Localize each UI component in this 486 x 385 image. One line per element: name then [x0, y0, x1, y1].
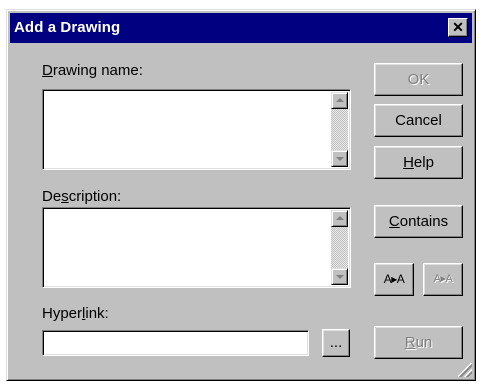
scroll-down-button[interactable]	[331, 268, 348, 285]
cancel-label: Cancel	[395, 112, 442, 129]
drawing-name-scrollbar[interactable]	[331, 92, 348, 167]
run-label: Run	[404, 334, 433, 351]
drawing-name-textarea[interactable]	[42, 89, 351, 170]
scroll-down-arrow-icon	[336, 275, 344, 279]
description-label: Description:	[42, 188, 122, 205]
larger-font-icon: A▸A	[383, 272, 405, 286]
scroll-down-button[interactable]	[331, 150, 348, 167]
scroll-down-arrow-icon	[336, 157, 344, 161]
browse-label: ...	[329, 334, 343, 351]
hyperlink-label: Hyperlink:	[42, 305, 109, 322]
scroll-up-arrow-icon	[336, 98, 344, 102]
close-button[interactable]: ✕	[448, 18, 468, 37]
cancel-button[interactable]: Cancel	[374, 104, 463, 137]
contains-button[interactable]: Contains	[374, 205, 463, 238]
close-icon: ✕	[452, 19, 464, 35]
ok-label: OK	[407, 71, 430, 88]
help-button[interactable]: Help	[374, 146, 463, 179]
description-scrollbar[interactable]	[331, 210, 348, 285]
description-field[interactable]	[45, 210, 330, 285]
run-button[interactable]: Run	[374, 326, 463, 359]
drawing-name-label: Drawing name:	[42, 62, 143, 79]
scroll-up-arrow-icon	[336, 216, 344, 220]
larger-font-button[interactable]: A▸A	[374, 263, 414, 296]
dialog-title: Add a Drawing	[14, 19, 121, 36]
description-textarea[interactable]	[42, 207, 351, 288]
contains-label: Contains	[388, 213, 449, 230]
resize-grip-icon[interactable]	[458, 363, 472, 377]
ok-button[interactable]: OK	[374, 63, 463, 96]
title-bar[interactable]: Add a Drawing ✕	[10, 13, 472, 43]
browse-button[interactable]: ...	[322, 329, 350, 357]
add-drawing-dialog: Add a Drawing ✕ Drawing name: Descriptio…	[6, 9, 476, 381]
hyperlink-input[interactable]	[42, 330, 309, 356]
smaller-font-icon: A▸A	[433, 273, 453, 285]
help-label: Help	[403, 154, 434, 171]
smaller-font-button[interactable]: A▸A	[423, 263, 463, 296]
drawing-name-field[interactable]	[45, 92, 330, 167]
scroll-up-button[interactable]	[331, 92, 348, 109]
scroll-up-button[interactable]	[331, 210, 348, 227]
